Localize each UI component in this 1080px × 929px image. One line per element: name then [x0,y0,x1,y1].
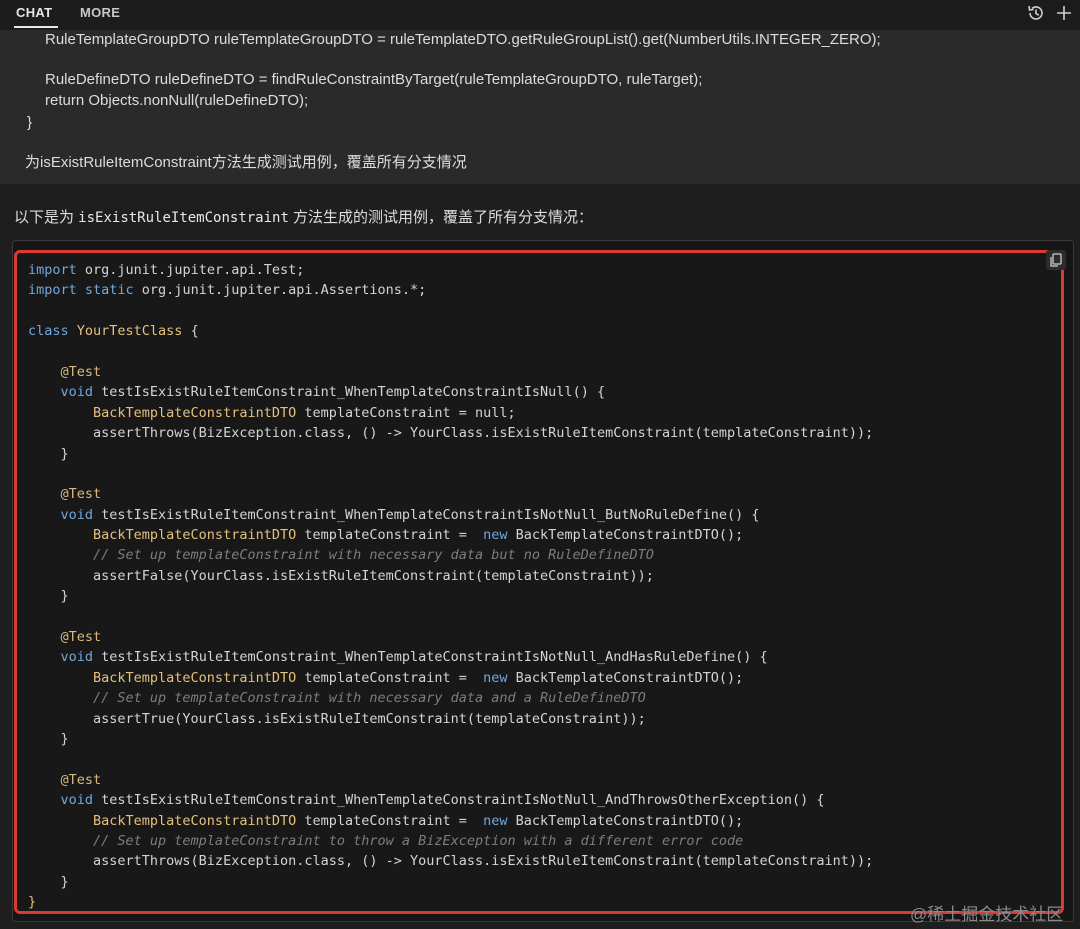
code-token: assertThrows(BizException.class, () -> Y… [28,853,874,870]
intro-suffix: 方法生成的测试用例，覆盖了所有分支情况： [288,209,594,226]
code-token: // Set up templateConstraint with necess… [28,547,654,564]
code-line: @Test [28,484,873,504]
code-token: BackTemplateConstraintDTO [28,527,297,544]
code-token: @Test [28,363,102,380]
code-line: assertTrue(YourClass.isExistRuleItemCons… [28,709,873,729]
code-token: testIsExistRuleItemConstraint_WhenTempla… [93,649,768,666]
code-token: testIsExistRuleItemConstraint_WhenTempla… [93,792,825,809]
code-line: BackTemplateConstraintDTO templateConstr… [28,525,873,545]
code-token: assertTrue(YourClass.isExistRuleItemCons… [28,710,646,727]
code-token: templateConstraint = null; [296,404,516,421]
code-token: templateConstraint = [296,669,476,686]
code-token: { [182,323,199,340]
code-line: void testIsExistRuleItemConstraint_WhenT… [28,790,873,810]
code-token: } [28,445,69,462]
intro-method-name: isExistRuleItemConstraint [78,210,289,226]
code-token: // Set up templateConstraint to throw a … [28,832,744,849]
code-token: BackTemplateConstraintDTO(); [507,527,744,544]
code-token: void [28,384,94,401]
code-token: org.junit.jupiter.api.Assertions.*; [133,282,427,299]
code-token: BackTemplateConstraintDTO [28,404,297,421]
code-token: } [28,894,37,911]
code-token: } [28,873,69,890]
code-line: BackTemplateConstraintDTO templateConstr… [28,668,873,688]
code-line: import static org.junit.jupiter.api.Asse… [28,280,873,300]
code-token: BackTemplateConstraintDTO(); [507,669,744,686]
tab-more[interactable]: MORE [80,5,120,20]
code-token: // Set up templateConstraint with necess… [28,690,646,707]
code-line: class YourTestClass { [28,321,873,341]
code-token: void [28,792,94,809]
code-line: import org.junit.jupiter.api.Test; [28,260,873,280]
code-token: class [28,323,69,340]
code-line: @Test [28,770,873,790]
code-token: new [475,527,508,544]
code-line: // Set up templateConstraint to throw a … [28,831,873,851]
code-token: BackTemplateConstraintDTO(); [507,812,744,829]
user-message: RuleTemplateGroupDTO ruleTemplateGroupDT… [0,30,1080,184]
code-line: BackTemplateConstraintDTO templateConstr… [28,811,873,831]
watermark: @稀土掘金技术社区 [910,905,1064,924]
assistant-message: 以下是为 isExistRuleItemConstraint 方法生成的测试用例… [0,184,1080,929]
code-line: assertThrows(BizException.class, () -> Y… [28,423,873,443]
code-line: void testIsExistRuleItemConstraint_WhenT… [28,647,873,667]
code-line: } [28,872,873,892]
code-token: org.junit.jupiter.api.Test; [76,262,305,278]
tab-chat[interactable]: CHAT [16,5,52,20]
code-line: void testIsExistRuleItemConstraint_WhenT… [28,382,873,402]
code-line: void testIsExistRuleItemConstraint_WhenT… [28,505,873,525]
code-token: @Test [28,486,102,503]
code-line: assertThrows(BizException.class, () -> Y… [28,851,873,871]
code-token: } [28,730,69,747]
code-token: new [475,812,508,829]
plus-icon[interactable] [1054,3,1074,23]
user-code-line: return Objects.nonNull(ruleDefineDTO); [45,92,309,109]
code-line: assertFalse(YourClass.isExistRuleItemCon… [28,566,873,586]
code-token: BackTemplateConstraintDTO [28,812,297,829]
code-token: import static [28,282,134,299]
top-bar: CHAT MORE [0,0,1080,30]
copy-icon[interactable] [1046,250,1066,270]
code-token: BackTemplateConstraintDTO [28,669,297,686]
code-token: } [28,588,69,605]
code-block: import org.junit.jupiter.api.Test; import… [28,260,873,913]
code-line: } [28,892,873,912]
code-token: testIsExistRuleItemConstraint_WhenTempla… [93,384,606,401]
code-line: // Set up templateConstraint with necess… [28,688,873,708]
code-token: @Test [28,771,102,788]
code-token: testIsExistRuleItemConstraint_WhenTempla… [93,506,760,523]
code-token: assertFalse(YourClass.isExistRuleItemCon… [28,567,654,584]
intro-prefix: 以下是为 [14,209,79,226]
user-code-line: RuleDefineDTO ruleDefineDTO = findRuleCo… [45,71,703,88]
code-token: YourTestClass [68,323,183,340]
user-code-line: RuleTemplateGroupDTO ruleTemplateGroupDT… [45,31,881,48]
code-token: void [28,506,94,523]
code-line: // Set up templateConstraint with necess… [28,545,873,565]
code-line: @Test [28,362,873,382]
code-token: @Test [28,629,102,646]
assistant-intro: 以下是为 isExistRuleItemConstraint 方法生成的测试用例… [14,206,593,227]
code-line: } [28,729,873,749]
tab-chat-underline [14,26,58,28]
code-token: templateConstraint = [296,812,476,829]
user-code-line: } [27,114,33,131]
code-token: assertThrows(BizException.class, () -> Y… [28,425,874,442]
code-line: BackTemplateConstraintDTO templateConstr… [28,403,873,423]
code-line: @Test [28,627,873,647]
code-line: } [28,444,873,464]
code-line: } [28,586,873,606]
history-icon[interactable] [1026,3,1046,23]
code-token: new [475,669,508,686]
user-prompt: 为isExistRuleItemConstraint方法生成测试用例，覆盖所有分… [25,154,467,171]
code-token: templateConstraint = [296,527,476,544]
code-token: import [28,262,77,278]
code-token: void [28,649,94,666]
